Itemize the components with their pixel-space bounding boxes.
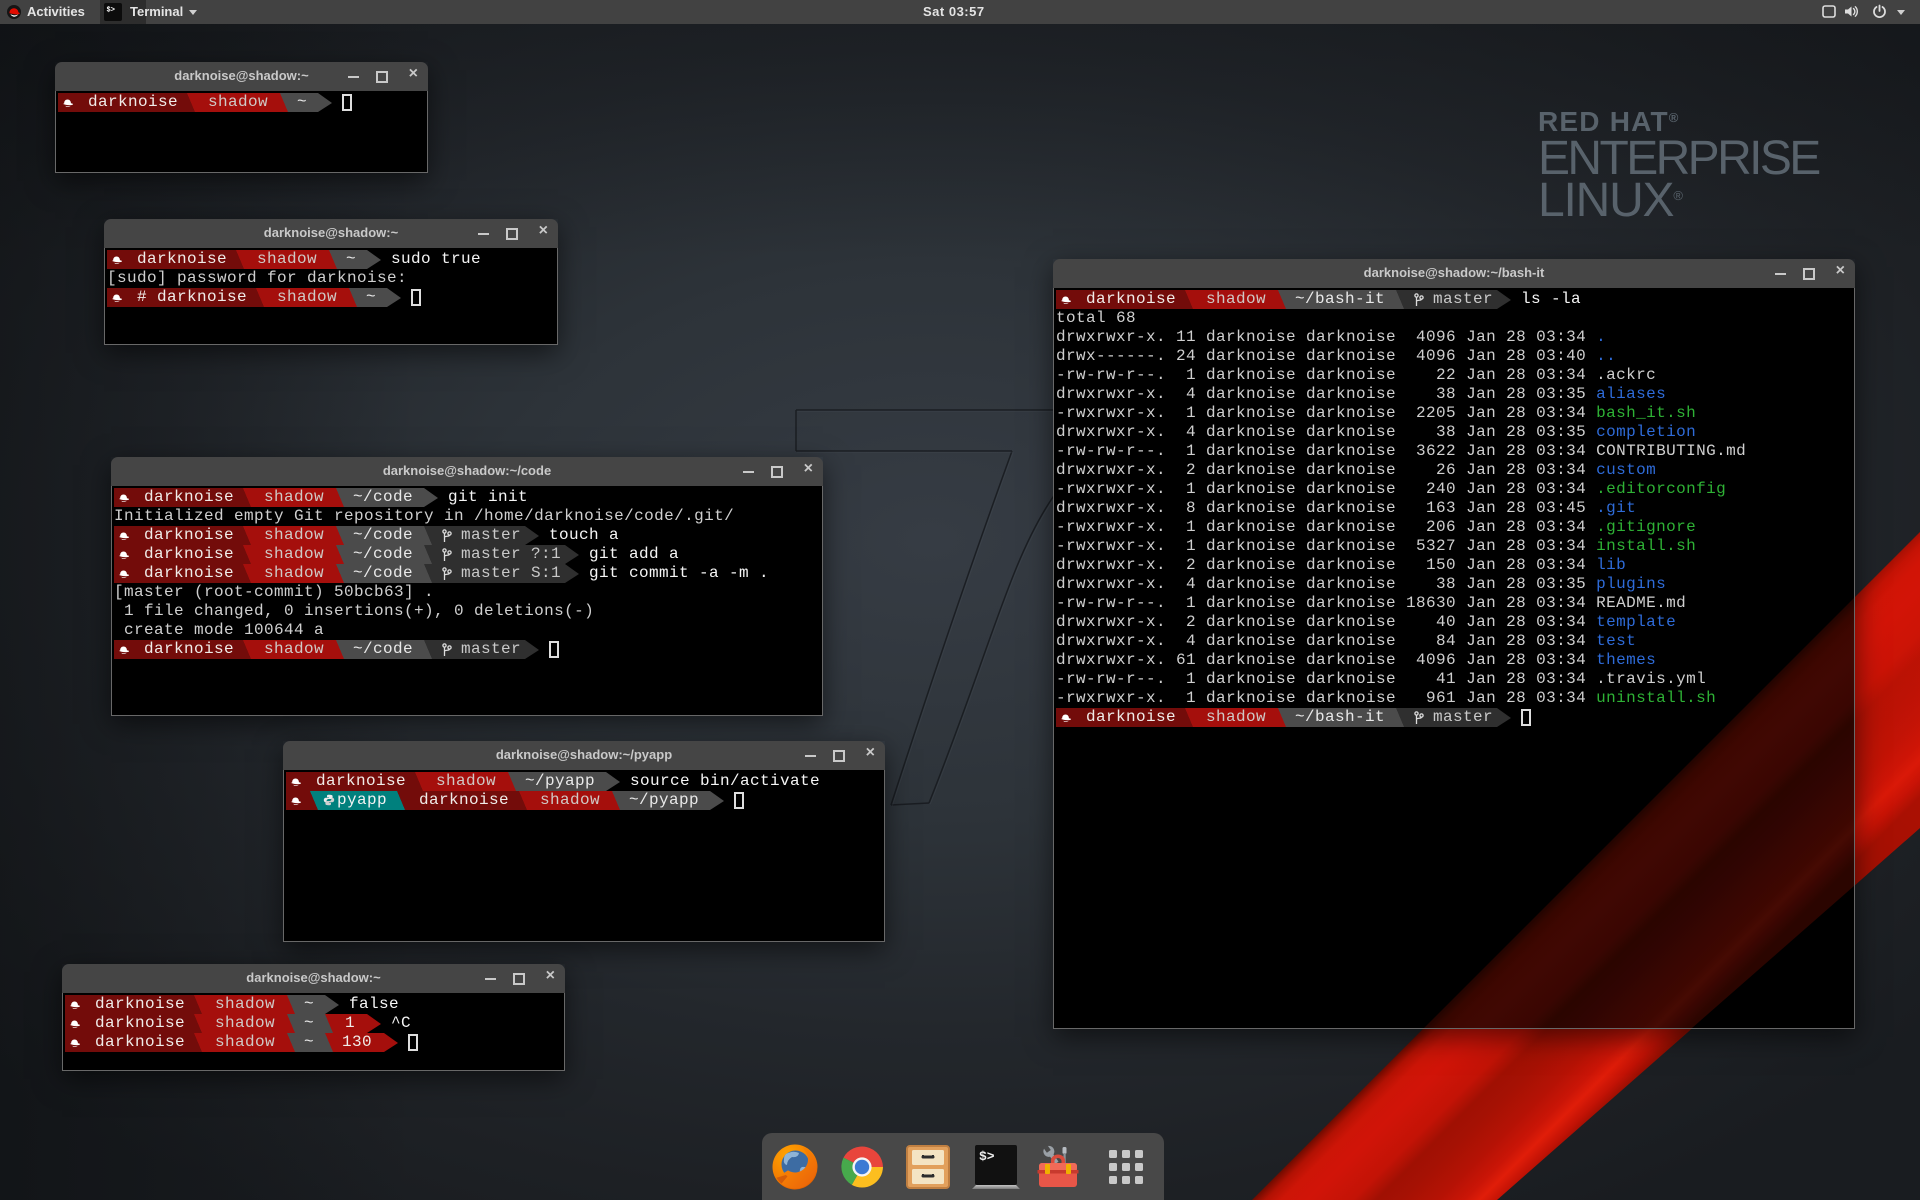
svg-text:$>: $> xyxy=(979,1149,995,1164)
svg-text:$>: $> xyxy=(107,7,115,15)
